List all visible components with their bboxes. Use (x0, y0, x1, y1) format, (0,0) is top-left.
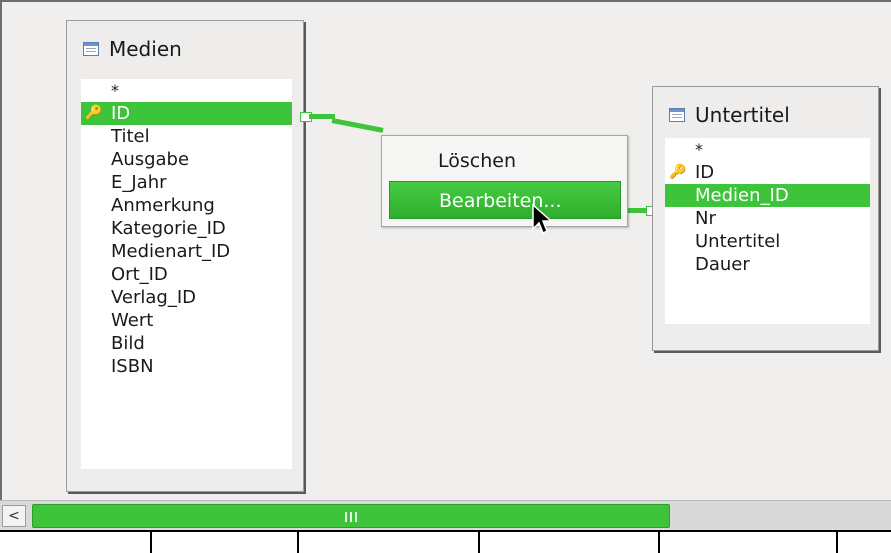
menu-item-delete[interactable]: Löschen (389, 142, 621, 180)
primary-key-icon: 🔑 (85, 105, 103, 121)
table-title-text: Untertitel (695, 103, 790, 127)
scrollbar-thumb[interactable] (32, 504, 670, 528)
relation-line-segment[interactable] (309, 114, 335, 119)
field-titel[interactable]: Titel (81, 125, 292, 148)
query-design-grid[interactable] (0, 530, 891, 553)
primary-key-icon: 🔑 (669, 164, 687, 180)
scrollbar-grip (345, 512, 359, 522)
field-id[interactable]: 🔑 ID (81, 102, 292, 125)
relation-context-menu: Löschen Bearbeiten... (381, 135, 628, 227)
field-all-columns[interactable]: * (665, 138, 870, 161)
field-nr[interactable]: Nr (665, 207, 870, 230)
grid-column-divider (150, 532, 152, 553)
field-list-untertitel[interactable]: * 🔑 ID Medien_ID Nr Untertitel Dauer (665, 138, 870, 324)
field-list-medien[interactable]: * 🔑 ID Titel Ausgabe E_Jahr Anmerkung Ka… (81, 79, 292, 469)
field-all-columns[interactable]: * (81, 79, 292, 102)
relation-line-segment[interactable] (331, 118, 384, 133)
field-ort-id[interactable]: Ort_ID (81, 263, 292, 286)
scroll-left-arrow-icon[interactable]: < (2, 505, 26, 527)
grid-column-divider (478, 532, 480, 553)
grid-column-divider (658, 532, 660, 553)
grid-column-divider (297, 532, 299, 553)
field-medienart-id[interactable]: Medienart_ID (81, 240, 292, 263)
field-wert[interactable]: Wert (81, 309, 292, 332)
menu-item-edit[interactable]: Bearbeiten... (389, 181, 621, 219)
field-isbn[interactable]: ISBN (81, 355, 292, 378)
field-verlag-id[interactable]: Verlag_ID (81, 286, 292, 309)
table-window-untertitel[interactable]: Untertitel * 🔑 ID Medien_ID Nr Untertite… (652, 86, 879, 351)
grid-column-divider (836, 532, 838, 553)
field-dauer[interactable]: Dauer (665, 253, 870, 276)
table-title-untertitel[interactable]: Untertitel (669, 103, 790, 127)
table-title-text: Medien (109, 37, 182, 61)
query-design-canvas[interactable]: Medien * 🔑 ID Titel Ausgabe E_Jahr Anmer… (0, 0, 891, 500)
table-icon (83, 42, 99, 56)
mouse-pointer-icon (532, 203, 553, 235)
horizontal-scrollbar[interactable]: < (0, 500, 891, 530)
field-anmerkung[interactable]: Anmerkung (81, 194, 292, 217)
table-title-medien[interactable]: Medien (83, 37, 182, 61)
table-window-medien[interactable]: Medien * 🔑 ID Titel Ausgabe E_Jahr Anmer… (66, 20, 304, 492)
field-id[interactable]: 🔑 ID (665, 161, 870, 184)
field-untertitel[interactable]: Untertitel (665, 230, 870, 253)
field-ausgabe[interactable]: Ausgabe (81, 148, 292, 171)
field-medien-id[interactable]: Medien_ID (665, 184, 870, 207)
field-bild[interactable]: Bild (81, 332, 292, 355)
relation-line-segment[interactable] (628, 208, 648, 213)
field-kategorie-id[interactable]: Kategorie_ID (81, 217, 292, 240)
table-icon (669, 108, 685, 122)
field-e-jahr[interactable]: E_Jahr (81, 171, 292, 194)
